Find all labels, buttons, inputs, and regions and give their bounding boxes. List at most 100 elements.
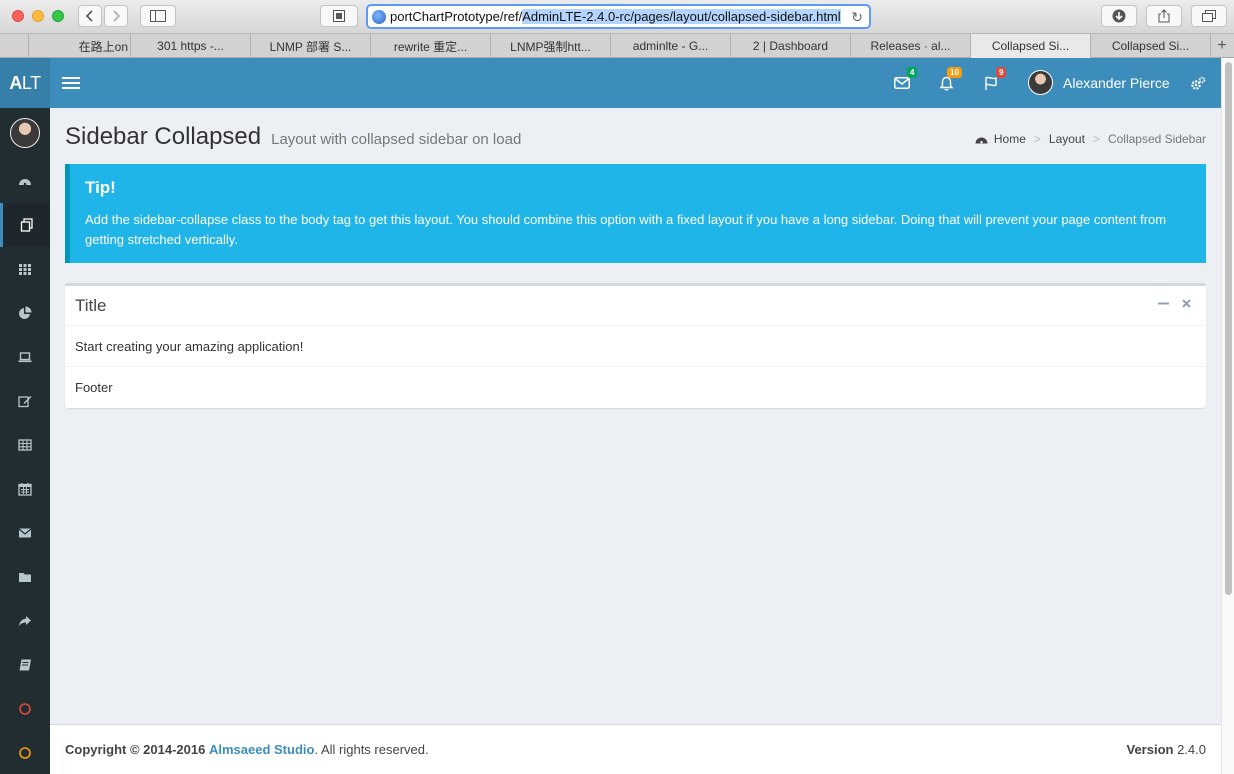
browser-tab[interactable]: 2 | Dashboard <box>731 34 851 58</box>
tab-bar: 在路上on 301 https -... LNMP 部署 S... rewrit… <box>0 34 1234 58</box>
sidebar-item-warning[interactable] <box>0 731 50 774</box>
messages-menu[interactable]: 4 <box>894 67 918 96</box>
share-icon <box>19 616 31 626</box>
browser-tab-active[interactable]: Collapsed Si... <box>971 34 1091 58</box>
page-title: Sidebar Collapsed <box>65 123 262 150</box>
table-icon <box>18 439 32 451</box>
sidebar-item-widgets[interactable] <box>0 247 50 291</box>
version-label: Version <box>1126 742 1174 757</box>
content-box: Title Start creating your amazing applic… <box>65 283 1206 408</box>
logo-bold: A <box>9 72 22 93</box>
tabs-overview-button[interactable] <box>1191 5 1227 27</box>
sidebar-item-ui-elements[interactable] <box>0 335 50 379</box>
tasks-menu[interactable]: 9 <box>984 67 1007 96</box>
page-scrollbar[interactable] <box>1221 58 1234 774</box>
circle-red-icon <box>19 703 31 715</box>
sidebar-item-important[interactable] <box>0 687 50 731</box>
sidebar-item-forms[interactable] <box>0 379 50 423</box>
tip-callout: Tip! Add the sidebar-collapse class to t… <box>65 164 1206 263</box>
chevron-left-icon <box>86 10 93 22</box>
reader-button[interactable] <box>320 5 358 27</box>
share-button[interactable] <box>1146 5 1182 27</box>
back-button[interactable] <box>78 5 102 27</box>
close-window-button[interactable] <box>12 10 24 22</box>
logo-rest: LT <box>21 72 41 93</box>
main-footer: Copyright © 2014-2016 Almsaeed Studio. A… <box>50 724 1221 774</box>
browser-tab[interactable]: adminlte - G... <box>611 34 731 58</box>
sidebar-item-documentation[interactable] <box>0 643 50 687</box>
content-header: Sidebar Collapsed Layout with collapsed … <box>65 123 521 151</box>
downloads-button[interactable] <box>1101 5 1137 27</box>
minus-icon[interactable] <box>1158 298 1169 309</box>
breadcrumb: Home > Layout > Collapsed Sidebar <box>975 132 1206 146</box>
callout-title: Tip! <box>85 178 116 197</box>
browser-tab[interactable]: Releases · al... <box>851 34 971 58</box>
sidebar-user-avatar[interactable] <box>10 118 40 148</box>
gears-icon <box>1191 76 1206 90</box>
sidebar-item-calendar[interactable] <box>0 467 50 511</box>
envelope-icon <box>894 77 910 89</box>
tabs-icon <box>1202 10 1216 22</box>
browser-tab[interactable]: 301 https -... <box>131 34 251 58</box>
control-sidebar-toggle[interactable] <box>1190 70 1206 96</box>
forward-button[interactable] <box>104 5 128 27</box>
callout-text: Add the sidebar-collapse class to the bo… <box>85 212 1167 247</box>
share-icon <box>1158 9 1170 23</box>
sidebar-item-tables[interactable] <box>0 423 50 467</box>
zoom-window-button[interactable] <box>52 10 64 22</box>
main-sidebar <box>0 108 50 774</box>
sidebar-icon <box>150 10 166 22</box>
sidebar-toggle[interactable] <box>62 74 80 92</box>
browser-tab[interactable]: LNMP 部署 S... <box>251 34 371 58</box>
globe-icon <box>372 9 386 24</box>
user-menu[interactable]: Alexander Pierce <box>1028 70 1170 95</box>
sidebar-item-multilevel[interactable] <box>0 599 50 643</box>
user-name: Alexander Pierce <box>1063 74 1170 91</box>
version-info: Version 2.4.0 <box>1126 742 1206 757</box>
breadcrumb-home[interactable]: Home <box>994 132 1026 146</box>
messages-badge: 4 <box>907 67 918 78</box>
sidebar-item-examples[interactable] <box>0 555 50 599</box>
company-link[interactable]: Almsaeed Studio <box>209 742 314 757</box>
sidebar-item-dashboard[interactable] <box>0 160 50 204</box>
flag-icon <box>985 76 997 90</box>
logo[interactable]: A LT <box>0 58 50 108</box>
box-header: Title <box>65 286 1206 326</box>
browser-tab[interactable]: LNMP强制htt... <box>491 34 611 58</box>
tasks-badge: 9 <box>996 67 1007 78</box>
box-footer: Footer <box>75 379 113 395</box>
box-title: Title <box>75 295 107 315</box>
breadcrumb-current: Collapsed Sidebar <box>1107 132 1206 146</box>
minimize-window-button[interactable] <box>32 10 44 22</box>
sidebar-toggle-button[interactable] <box>140 5 176 27</box>
breadcrumb-layout[interactable]: Layout <box>1049 132 1085 146</box>
browser-tab[interactable] <box>0 34 29 58</box>
files-icon <box>20 218 33 232</box>
browser-tab[interactable]: 在路上on <box>29 34 131 58</box>
book-icon <box>19 659 31 671</box>
browser-tab[interactable]: Collapsed Si... <box>1091 34 1211 58</box>
url-prefix: portChartPrototype/ref/ <box>390 9 523 24</box>
reload-icon[interactable]: ↻ <box>851 9 863 26</box>
notifications-menu[interactable]: 10 <box>939 67 962 96</box>
grid-icon <box>19 264 31 275</box>
box-body: Start creating your amazing application! <box>65 326 1206 367</box>
dashboard-icon <box>19 179 31 186</box>
envelope-icon <box>18 528 32 538</box>
close-icon[interactable] <box>1181 298 1192 309</box>
edit-icon <box>18 396 32 408</box>
browser-tab[interactable]: rewrite 重定... <box>371 34 491 58</box>
box-tools <box>1158 298 1192 309</box>
version-value: 2.4.0 <box>1177 742 1206 757</box>
scrollbar-thumb[interactable] <box>1225 62 1232 595</box>
sidebar-item-mailbox[interactable] <box>0 511 50 555</box>
address-bar[interactable]: portChartPrototype/ref/AdminLTE-2.4.0-rc… <box>366 4 871 29</box>
sidebar-item-charts[interactable] <box>0 291 50 335</box>
url-selected: AdminLTE-2.4.0-rc/pages/layout/collapsed… <box>522 9 841 24</box>
chevron-right-icon <box>113 10 120 22</box>
sidebar-item-layout[interactable] <box>0 203 50 247</box>
notifications-badge: 10 <box>947 67 962 78</box>
main-header: A LT 4 10 9 Alexander Pierce <box>0 58 1221 108</box>
new-tab-button[interactable]: + <box>1211 34 1233 58</box>
content-wrapper: Sidebar Collapsed Layout with collapsed … <box>50 108 1221 724</box>
